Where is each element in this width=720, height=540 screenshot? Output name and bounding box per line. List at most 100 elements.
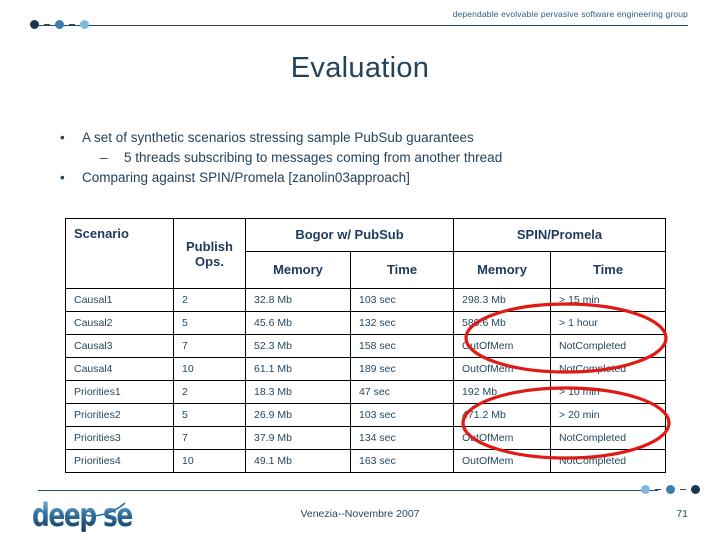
cell-bogor-time: 158 sec [349,334,455,358]
dot-connector [44,24,50,25]
cell-spin-time: NotCompleted [550,357,667,381]
bullet-item: • A set of synthetic scenarios stressing… [60,128,680,148]
cell-scenario: Priorities4 [65,449,174,473]
cell-spin-memory: 298.3 Mb [453,288,552,312]
cell-scenario: Causal1 [65,288,174,312]
page-title: Evaluation [290,52,430,84]
cell-ops: 7 [173,334,246,358]
cell-bogor-memory: 45.6 Mb [245,311,351,335]
cell-bogor-memory: 37.9 Mb [245,426,351,450]
dot-mid-icon [55,20,64,29]
bullet-text: A set of synthetic scenarios stressing s… [82,130,474,145]
cell-ops: 2 [173,288,246,312]
footer-conference-label: Venezia--Novembre 2007 [300,508,420,520]
cell-spin-time: NotCompleted [550,449,667,473]
dot-mid-icon [666,485,675,494]
dot-connector [69,24,75,25]
table-row: Causal1 2 32.8 Mb 103 sec 298.3 Mb > 15 … [65,288,667,312]
footer-dot-decoration [641,485,700,494]
bullet-text: 5 threads subscribing to messages coming… [124,150,503,165]
dot-connector [655,489,661,490]
header-divider [38,25,688,26]
results-table: Scenario Publish Ops. Bogor w/ PubSub SP… [65,218,667,473]
cell-bogor-memory: 49.1 Mb [245,449,351,473]
slide-footer: deep se Venezia--Novembre 2007 71 [0,480,720,540]
cell-spin-memory: OutOfMem [453,449,552,473]
table-row: Priorities3 7 37.9 Mb 134 sec OutOfMem N… [65,426,667,450]
dot-dark-icon [30,20,39,29]
cell-ops: 5 [173,403,246,427]
dot-dark-icon [691,485,700,494]
column-header-bogor-time: Time [349,250,455,290]
cell-bogor-memory: 32.8 Mb [245,288,351,312]
column-header-spin-time: Time [550,250,667,290]
cell-bogor-time: 103 sec [349,403,455,427]
header-tagline: dependable evolvable pervasive software … [452,9,688,19]
cell-spin-time: NotCompleted [550,426,667,450]
cell-bogor-memory: 18.3 Mb [245,380,351,404]
cell-bogor-time: 134 sec [349,426,455,450]
table-header-row-groups: Scenario Publish Ops. Bogor w/ PubSub SP… [65,218,667,289]
cell-bogor-memory: 26.9 Mb [245,403,351,427]
cell-scenario: Priorities1 [65,380,174,404]
cell-spin-time: NotCompleted [550,334,667,358]
cell-ops: 10 [173,449,246,473]
cell-bogor-time: 47 sec [349,380,455,404]
slide-header: dependable evolvable pervasive software … [0,0,720,36]
bullet-text: Comparing against SPIN/Promela [zanolin0… [82,170,410,185]
column-header-bogor-memory: Memory [245,250,351,290]
dot-light-icon [80,20,89,29]
cell-spin-memory: 589.6 Mb [453,311,552,335]
cell-bogor-memory: 52.3 Mb [245,334,351,358]
table-row: Causal3 7 52.3 Mb 158 sec OutOfMem NotCo… [65,334,667,358]
bullet-item: • Comparing against SPIN/Promela [zanoli… [60,168,680,188]
header-dot-decoration [30,20,89,29]
cell-ops: 2 [173,380,246,404]
cell-scenario: Causal3 [65,334,174,358]
bullet-marker-icon: • [60,170,65,185]
bullet-item: – 5 threads subscribing to messages comi… [60,148,680,168]
footer-divider [38,490,658,491]
cell-spin-memory: OutOfMem [453,334,552,358]
cell-bogor-time: 163 sec [349,449,455,473]
cell-ops: 5 [173,311,246,335]
dot-connector [680,489,686,490]
table-row: Causal2 5 45.6 Mb 132 sec 589.6 Mb > 1 h… [65,311,667,335]
page-number: 71 [676,508,688,520]
cell-spin-time: > 15 min [550,288,667,312]
publish-ops-line2: Ops. [195,253,224,269]
cell-scenario: Causal4 [65,357,174,381]
cell-bogor-memory: 61.1 Mb [245,357,351,381]
publish-ops-line1: Publish [186,238,233,254]
cell-ops: 7 [173,426,246,450]
table-head: Scenario Publish Ops. Bogor w/ PubSub SP… [65,218,667,290]
cell-scenario: Causal2 [65,311,174,335]
column-header-spin-group: SPIN/Promela [453,218,667,252]
cell-spin-time: > 20 min [550,403,667,427]
table-row: Priorities2 5 26.9 Mb 103 sec 471.2 Mb >… [65,403,667,427]
cell-scenario: Priorities3 [65,426,174,450]
cell-spin-memory: 471.2 Mb [453,403,552,427]
cell-spin-time: > 10 min [550,380,667,404]
bullet-list: • A set of synthetic scenarios stressing… [60,128,680,188]
bullet-dash-icon: – [100,150,108,165]
table-row: Causal4 10 61.1 Mb 189 sec OutOfMem NotC… [65,357,667,381]
table-row: Priorities4 10 49.1 Mb 163 sec OutOfMem … [65,449,667,473]
column-header-publish-ops: Publish Ops. [173,218,246,289]
table-body: Causal1 2 32.8 Mb 103 sec 298.3 Mb > 15 … [65,288,667,473]
column-header-bogor-group: Bogor w/ PubSub [244,218,455,252]
bullet-marker-icon: • [60,130,65,145]
cell-spin-memory: OutOfMem [453,357,552,381]
cell-bogor-time: 189 sec [349,357,455,381]
table-row: Priorities1 2 18.3 Mb 47 sec 192 Mb > 10… [65,380,667,404]
cell-bogor-time: 132 sec [349,311,455,335]
cell-spin-memory: 192 Mb [453,380,552,404]
column-header-scenario: Scenario [65,218,174,289]
cell-spin-memory: OutOfMem [453,426,552,450]
cell-bogor-time: 103 sec [349,288,455,312]
cell-spin-time: > 1 hour [550,311,667,335]
cell-scenario: Priorities2 [65,403,174,427]
column-header-spin-memory: Memory [453,250,552,290]
cell-ops: 10 [173,357,246,381]
dot-light-icon [641,485,650,494]
